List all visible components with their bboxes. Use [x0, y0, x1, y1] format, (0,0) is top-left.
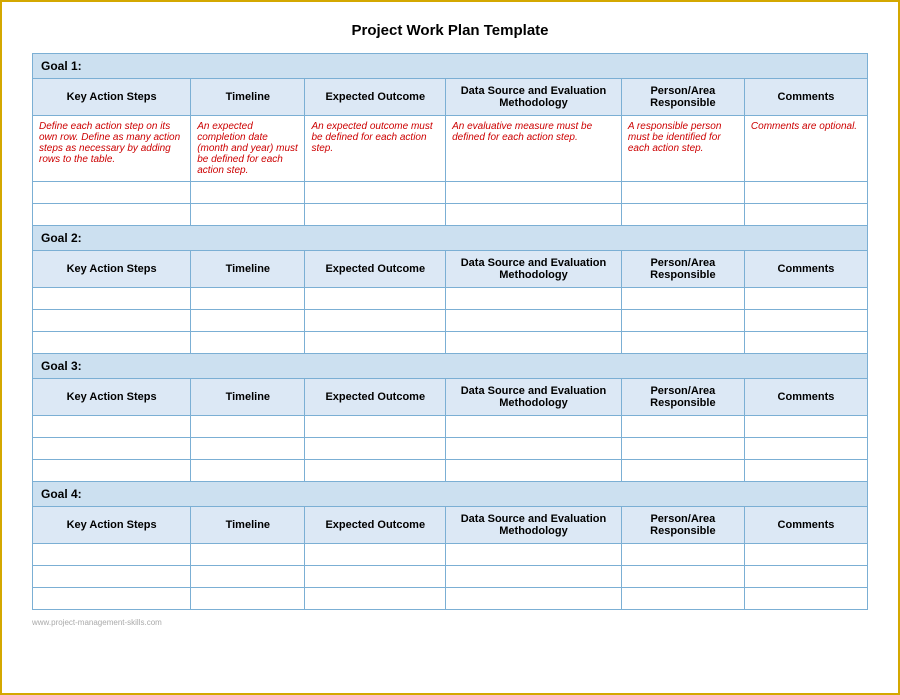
goal-header-1: Goal 1:: [33, 54, 868, 79]
col-header-row-4: Key Action StepsTimelineExpected Outcome…: [33, 507, 868, 544]
col-header-row-3: Key Action StepsTimelineExpected Outcome…: [33, 379, 868, 416]
col-header-1-6: Comments: [744, 79, 867, 116]
col-header-1-4: Data Source and Evaluation Methodology: [446, 79, 622, 116]
table-row: Define each action step on its own row. …: [33, 116, 868, 182]
col-header-3-4: Data Source and Evaluation Methodology: [446, 379, 622, 416]
col-header-row-2: Key Action StepsTimelineExpected Outcome…: [33, 251, 868, 288]
table-row: [33, 288, 868, 310]
table-row: [33, 182, 868, 204]
col-header-1-1: Key Action Steps: [33, 79, 191, 116]
table-row: [33, 588, 868, 610]
col-header-1-5: Person/Area Responsible: [621, 79, 744, 116]
col-header-4-6: Comments: [744, 507, 867, 544]
table-row: [33, 416, 868, 438]
col-header-4-5: Person/Area Responsible: [621, 507, 744, 544]
col-header-2-3: Expected Outcome: [305, 251, 446, 288]
col-header-2-6: Comments: [744, 251, 867, 288]
goal-header-4: Goal 4:: [33, 482, 868, 507]
col-header-4-4: Data Source and Evaluation Methodology: [446, 507, 622, 544]
col-header-2-1: Key Action Steps: [33, 251, 191, 288]
col-header-2-4: Data Source and Evaluation Methodology: [446, 251, 622, 288]
table-row: [33, 438, 868, 460]
table-row: [33, 544, 868, 566]
col-header-3-6: Comments: [744, 379, 867, 416]
col-header-1-2: Timeline: [191, 79, 305, 116]
col-header-3-3: Expected Outcome: [305, 379, 446, 416]
table-row: [33, 332, 868, 354]
page-title: Project Work Plan Template: [32, 22, 868, 39]
col-header-4-2: Timeline: [191, 507, 305, 544]
work-plan-table: Goal 1:Key Action StepsTimelineExpected …: [32, 53, 868, 610]
col-header-2-5: Person/Area Responsible: [621, 251, 744, 288]
table-row: [33, 310, 868, 332]
col-header-4-1: Key Action Steps: [33, 507, 191, 544]
col-header-2-2: Timeline: [191, 251, 305, 288]
col-header-3-5: Person/Area Responsible: [621, 379, 744, 416]
col-header-3-2: Timeline: [191, 379, 305, 416]
goal-header-2: Goal 2:: [33, 226, 868, 251]
goal-header-3: Goal 3:: [33, 354, 868, 379]
table-row: [33, 566, 868, 588]
table-row: [33, 460, 868, 482]
table-row: [33, 204, 868, 226]
col-header-1-3: Expected Outcome: [305, 79, 446, 116]
col-header-4-3: Expected Outcome: [305, 507, 446, 544]
col-header-3-1: Key Action Steps: [33, 379, 191, 416]
watermark: www.project-management-skills.com: [32, 618, 868, 627]
col-header-row-1: Key Action StepsTimelineExpected Outcome…: [33, 79, 868, 116]
